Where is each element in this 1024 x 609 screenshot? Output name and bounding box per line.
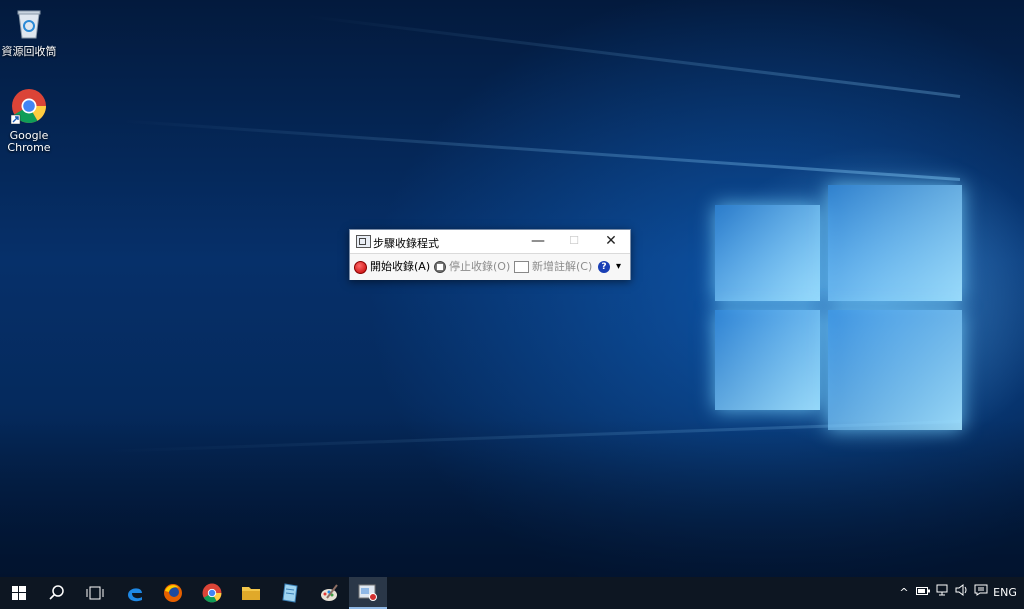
steps-recorder-taskbar-button[interactable]	[349, 577, 387, 609]
network-icon[interactable]	[934, 577, 952, 609]
paint-taskbar-button[interactable]	[310, 577, 348, 609]
maximize-button[interactable]: ☐	[556, 230, 592, 253]
window-toolbar: 開始收錄(A) 停止收錄(O) 新增註解(C) ? ▾	[350, 253, 630, 280]
help-button[interactable]: ?	[598, 260, 613, 274]
desktop-icon-label: 資源回收筒	[1, 45, 57, 58]
window-logo-pane	[715, 205, 820, 301]
firefox-taskbar-button[interactable]	[154, 577, 192, 609]
chrome-icon	[202, 583, 222, 603]
desktop-icon-chrome[interactable]: Google Chrome	[0, 88, 64, 154]
desktop-icon-recycle-bin[interactable]: 資源回收筒	[0, 6, 64, 58]
firefox-icon	[164, 584, 182, 602]
light-beam	[304, 14, 961, 98]
task-view-button[interactable]	[76, 577, 114, 609]
window-titlebar[interactable]: 步驟收錄程式 — ☐ ✕	[350, 230, 630, 253]
chrome-taskbar-button[interactable]	[193, 577, 231, 609]
stop-record-button[interactable]: 停止收錄(O)	[434, 260, 510, 274]
steps-recorder-icon	[358, 584, 377, 601]
minimize-button[interactable]: —	[520, 230, 556, 253]
start-record-label: 開始收錄(A)	[370, 260, 431, 273]
file-explorer-icon	[242, 587, 260, 600]
window-logo-pane	[715, 310, 820, 410]
start-record-button[interactable]: 開始收錄(A)	[354, 260, 430, 274]
floor-shadow	[0, 420, 1024, 577]
battery-icon[interactable]	[914, 577, 932, 609]
notepad-taskbar-button[interactable]	[271, 577, 309, 609]
notepad-icon	[282, 583, 298, 603]
record-icon	[354, 260, 367, 274]
comment-icon	[514, 261, 529, 273]
language-indicator[interactable]: ENG	[991, 577, 1019, 609]
stop-record-label: 停止收錄(O)	[449, 260, 511, 273]
chrome-icon	[0, 88, 64, 127]
file-explorer-taskbar-button[interactable]	[232, 577, 270, 609]
stop-icon	[434, 261, 446, 273]
chevron-down-icon[interactable]: ▾	[616, 260, 621, 274]
search-button[interactable]	[38, 577, 76, 609]
window-logo-pane	[828, 185, 962, 301]
action-center-icon[interactable]	[972, 577, 990, 609]
close-button[interactable]: ✕	[593, 230, 629, 253]
steps-recorder-window: 步驟收錄程式 — ☐ ✕ 開始收錄(A) 停止收錄(O) 新增註解(C) ? ▾	[349, 229, 631, 280]
start-button[interactable]	[0, 577, 38, 609]
light-beam	[121, 119, 961, 181]
window-title: 步驟收錄程式	[373, 237, 439, 250]
start-icon	[12, 586, 26, 600]
volume-icon[interactable]	[953, 577, 971, 609]
recycle-bin-icon	[0, 6, 64, 43]
task-view-icon	[86, 586, 104, 600]
desktop-background: 資源回收筒 Google Chrome	[0, 0, 1024, 577]
steps-recorder-icon	[356, 235, 371, 248]
add-comment-button[interactable]: 新增註解(C)	[514, 260, 592, 274]
help-icon: ?	[598, 261, 610, 273]
edge-icon	[128, 588, 142, 602]
add-comment-label: 新增註解(C)	[532, 260, 593, 273]
paint-icon	[321, 584, 338, 601]
edge-taskbar-button[interactable]	[116, 577, 154, 609]
taskbar: ^ ENG	[0, 577, 1024, 609]
search-icon	[49, 585, 64, 600]
window-logo-pane	[828, 310, 962, 430]
show-hidden-icons-button[interactable]: ^	[897, 577, 911, 609]
desktop-icon-label: Chrome	[7, 141, 51, 154]
